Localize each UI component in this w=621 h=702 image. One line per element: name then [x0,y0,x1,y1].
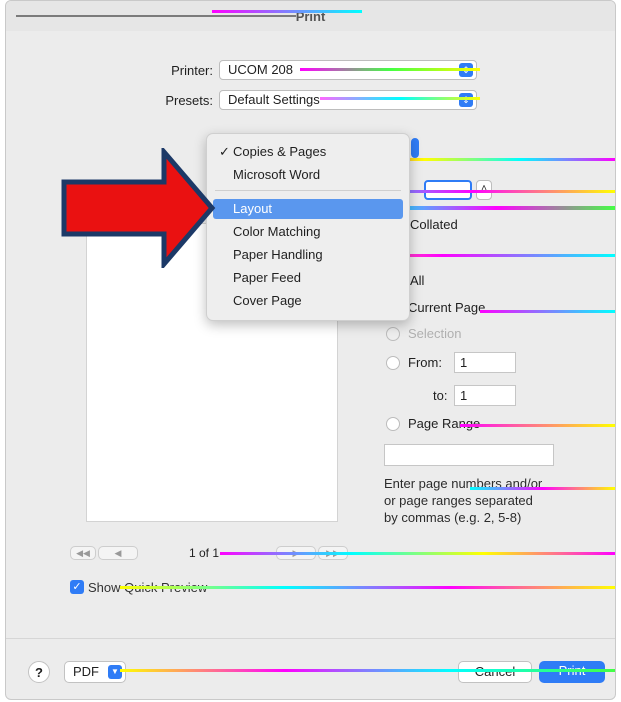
print-dialog: Print Printer: UCOM 208 ⇕ Presets: Defau… [5,0,616,700]
previous-page-button[interactable]: ◀ [98,546,138,560]
from-label: From: [408,355,442,370]
glitch-streak [470,487,615,490]
collated-label: Collated [410,217,458,232]
first-page-button[interactable]: ◀◀ [70,546,96,560]
glitch-streak [300,68,480,71]
current-page-label: Current Page [408,300,486,315]
page-range-help-line: or page ranges separated [384,493,533,508]
menu-item-cover-page[interactable]: Cover Page [213,291,403,311]
glitch-streak [320,97,480,100]
page-range-help: Enter page numbers and/or or page ranges… [384,475,542,526]
to-label: to: [433,388,448,403]
menu-item-label: Paper Feed [233,270,301,285]
glitch-streak [480,310,615,313]
selection-label: Selection [408,326,462,341]
presets-value: Default Settings [228,92,320,107]
from-input[interactable]: 1 [454,352,516,373]
page-range-help-line: by commas (e.g. 2, 5-8) [384,510,522,525]
glitch-streak [120,669,615,672]
page-status: 1 of 1 [189,546,220,560]
quick-preview-checkbox[interactable]: ✓ [70,580,84,594]
cancel-button[interactable]: Cancel [458,661,532,683]
red-arrow-icon [61,148,216,268]
presets-popup[interactable]: Default Settings ⇕ [219,90,477,110]
selection-radio[interactable] [386,327,400,341]
pages-all-label: All [410,273,425,288]
menu-item-label: Cover Page [233,293,302,308]
from-radio[interactable] [386,356,400,370]
title-bar: Print [6,1,615,31]
menu-item-paper-feed[interactable]: Paper Feed [213,268,403,288]
help-button[interactable]: ? [28,661,50,683]
pdf-label: PDF [73,664,99,679]
presets-label: Presets: [165,93,213,108]
page-range-input[interactable] [384,444,554,466]
section-popup-edge[interactable] [411,138,419,158]
glitch-streak [120,586,615,589]
glitch-streak [460,424,615,427]
chevron-down-icon: ▼ [108,665,122,679]
pdf-menu-button[interactable]: PDF ▼ [64,661,126,683]
glitch-streak [220,552,615,555]
printer-label: Printer: [171,63,213,78]
printer-value: UCOM 208 [228,62,294,77]
footer-divider [6,638,615,639]
glitch-streak [212,10,362,13]
popup-stepper-icon: ⇕ [459,93,473,107]
print-button[interactable]: Print [539,661,605,683]
to-input[interactable]: 1 [454,385,516,406]
page-range-radio[interactable] [386,417,400,431]
